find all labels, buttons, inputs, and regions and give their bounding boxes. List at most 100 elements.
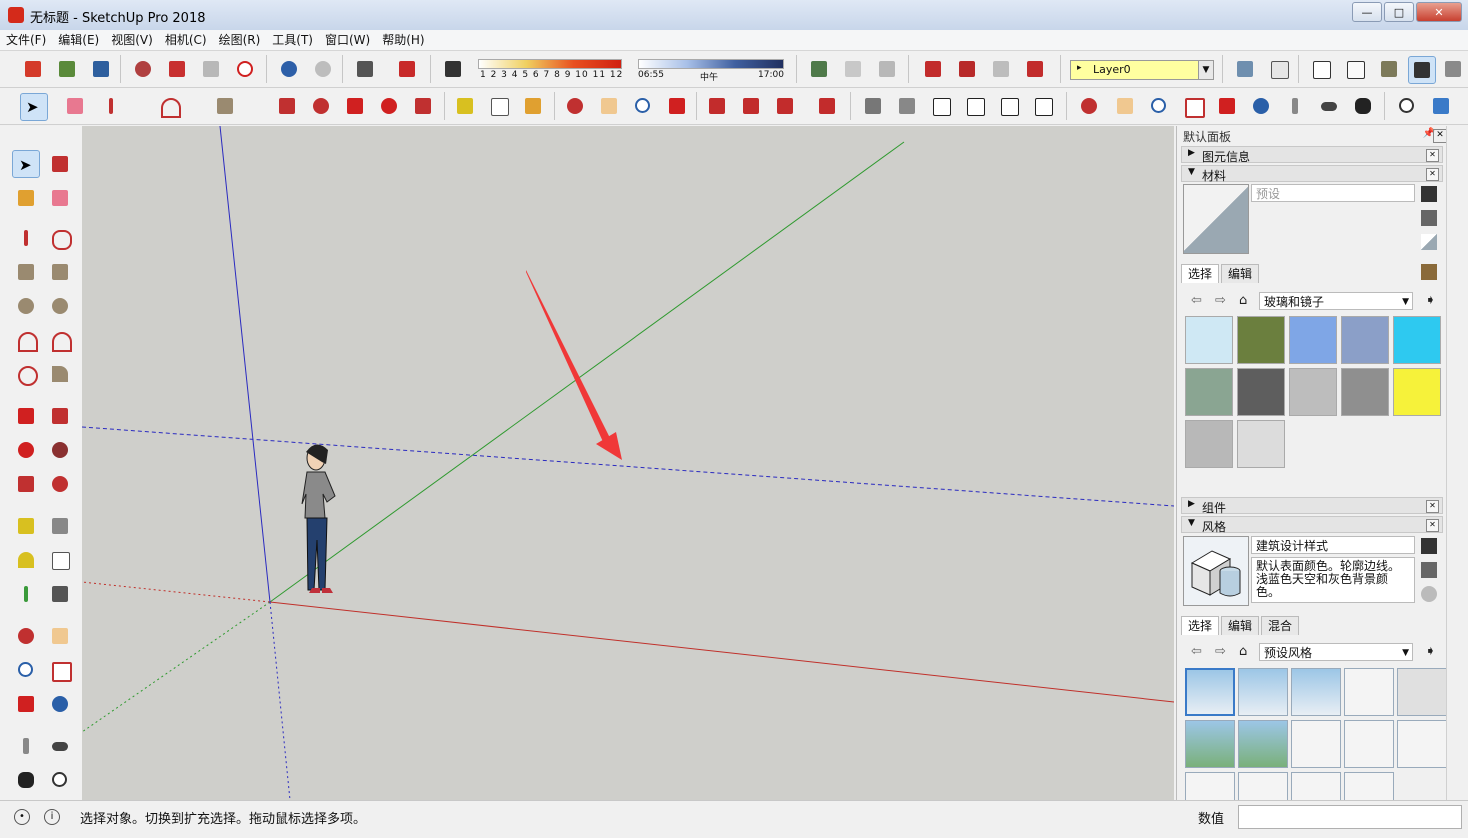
pan-tool-button[interactable]	[596, 93, 622, 119]
home-icon[interactable]: ⌂	[1239, 293, 1247, 308]
model-info-button[interactable]	[394, 56, 420, 82]
maximize-button[interactable]: □	[1384, 2, 1414, 22]
tray-scrollbar[interactable]	[1446, 126, 1461, 800]
extension-manager-button[interactable]	[814, 93, 840, 119]
entity-info-close-button[interactable]: ✕	[1426, 149, 1439, 162]
menu-edit[interactable]: 编辑(E)	[52, 30, 105, 50]
rotate-tool[interactable]	[12, 436, 40, 464]
layout-send-button[interactable]	[772, 93, 798, 119]
materials-close-button[interactable]: ✕	[1426, 168, 1439, 181]
paint-bucket-tool-button[interactable]	[520, 93, 546, 119]
layer-select[interactable]: ▸ Layer0 ▼	[1070, 60, 1214, 80]
text-tool[interactable]	[46, 546, 74, 574]
tray-close-button[interactable]: ✕	[1433, 129, 1447, 143]
warehouse-button[interactable]	[920, 56, 946, 82]
paint-bucket-tool[interactable]	[12, 184, 40, 212]
three-point-arc-tool[interactable]	[12, 360, 40, 388]
style-thumbnail[interactable]	[1238, 668, 1288, 716]
scale-tool[interactable]	[12, 470, 40, 498]
home-icon[interactable]: ⌂	[1239, 644, 1247, 659]
push-pull-tool-button[interactable]	[274, 93, 300, 119]
open-button[interactable]	[54, 56, 80, 82]
pan-tool[interactable]	[46, 622, 74, 650]
minimize-button[interactable]: —	[1352, 2, 1382, 22]
menu-help[interactable]: 帮助(H)	[376, 30, 430, 50]
freehand-tool[interactable]	[46, 224, 74, 252]
style-thumbnail[interactable]	[1344, 668, 1394, 716]
top-view-button[interactable]	[894, 93, 920, 119]
wireframe-button[interactable]	[1308, 56, 1334, 82]
styles-tab-mix[interactable]: 混合	[1261, 616, 1300, 635]
make-component-tool[interactable]	[46, 150, 74, 178]
material-swatch[interactable]	[1341, 316, 1389, 364]
zoom-tool-button[interactable]	[630, 93, 656, 119]
date-slider-track[interactable]	[478, 59, 622, 69]
share-model-tool-button[interactable]	[738, 93, 764, 119]
arc-tool[interactable]	[12, 326, 40, 354]
back-arrow-icon[interactable]: ⇦	[1191, 293, 1202, 308]
material-swatch[interactable]	[1341, 368, 1389, 416]
hidden-line-button[interactable]	[1342, 56, 1368, 82]
toggle-shadows-button[interactable]	[440, 56, 466, 82]
pan-camera-button[interactable]	[1112, 93, 1138, 119]
section-plane-tool[interactable]	[46, 766, 74, 794]
zoom-window-tool[interactable]	[46, 656, 74, 684]
style-thumbnail[interactable]	[1185, 668, 1235, 716]
photo-texture-button[interactable]	[874, 56, 900, 82]
time-slider-track[interactable]	[638, 59, 784, 69]
shaded-button[interactable]	[1376, 56, 1402, 82]
pie-tool[interactable]	[46, 360, 74, 388]
info-icon[interactable]: i	[44, 809, 60, 825]
display-secondary-pane-icon[interactable]	[1421, 538, 1437, 554]
look-around-tool[interactable]	[46, 732, 74, 760]
rotated-rectangle-tool[interactable]	[46, 258, 74, 286]
xray-button[interactable]	[1232, 56, 1258, 82]
front-view-button[interactable]	[928, 93, 954, 119]
scale-figure[interactable]	[301, 444, 336, 593]
material-name-field[interactable]: 预设	[1251, 184, 1415, 202]
material-swatch[interactable]	[1185, 316, 1233, 364]
rectangle-tool[interactable]	[12, 258, 40, 286]
look-around-button[interactable]	[1316, 93, 1342, 119]
line-tool[interactable]	[12, 224, 40, 252]
copy-button[interactable]	[164, 56, 190, 82]
right-view-button[interactable]	[962, 93, 988, 119]
materials-tab-edit[interactable]: 编辑	[1221, 264, 1260, 283]
material-swatch[interactable]	[1237, 420, 1285, 468]
left-view-button[interactable]	[1030, 93, 1056, 119]
zoom-window-button[interactable]	[1180, 93, 1206, 119]
previous-view-tool[interactable]	[46, 690, 74, 718]
offset-tool[interactable]	[46, 470, 74, 498]
orbit-tool[interactable]	[12, 622, 40, 650]
materials-library-select[interactable]: 玻璃和镜子 ▼	[1259, 292, 1413, 310]
material-swatch[interactable]	[1185, 420, 1233, 468]
previous-view-button[interactable]	[1248, 93, 1274, 119]
position-camera-button[interactable]	[1282, 93, 1308, 119]
select-tool-button[interactable]: ➤	[20, 93, 48, 121]
modeling-viewport[interactable]	[82, 126, 1174, 800]
add-location-button[interactable]	[806, 56, 832, 82]
share-component-button[interactable]	[988, 56, 1014, 82]
menu-view[interactable]: 视图(V)	[105, 30, 159, 50]
eyedropper-icon[interactable]	[1421, 264, 1437, 280]
position-camera-tool[interactable]	[12, 732, 40, 760]
tape-measure-tool[interactable]	[12, 512, 40, 540]
monochrome-button[interactable]	[1440, 56, 1466, 82]
material-swatch[interactable]	[1393, 316, 1441, 364]
move-tool[interactable]	[12, 402, 40, 430]
save-button[interactable]	[88, 56, 114, 82]
material-swatch[interactable]	[1289, 368, 1337, 416]
menu-draw[interactable]: 绘图(R)	[213, 30, 267, 50]
line-tool-button[interactable]	[98, 93, 124, 119]
forward-arrow-icon[interactable]: ⇨	[1215, 293, 1226, 308]
measurements-input[interactable]	[1238, 805, 1462, 829]
warehouse-tool-button[interactable]	[704, 93, 730, 119]
details-arrow-icon[interactable]: ➧	[1425, 293, 1436, 308]
default-material-icon[interactable]	[1421, 234, 1437, 250]
new-button[interactable]	[20, 56, 46, 82]
close-window-button[interactable]: ✕	[1416, 2, 1462, 22]
rectangle-tool-button[interactable]	[212, 93, 238, 119]
style-thumbnail[interactable]	[1291, 668, 1341, 716]
eraser-tool-button[interactable]	[62, 93, 88, 119]
protractor-tool[interactable]	[12, 546, 40, 574]
